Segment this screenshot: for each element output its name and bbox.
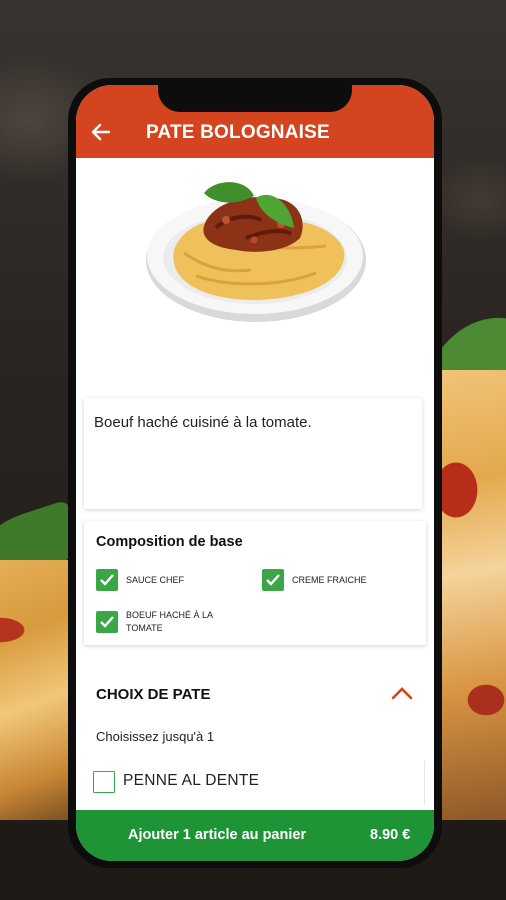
- chevron-up-icon[interactable]: [390, 685, 414, 701]
- add-to-cart-label: Ajouter 1 article au panier: [128, 827, 307, 843]
- checkbox-creme-fraiche[interactable]: [262, 569, 284, 591]
- composition-title: Composition de base: [96, 534, 243, 550]
- pasta-option-label: PENNE AL DENTE: [123, 772, 260, 789]
- pasta-choice-title: CHOIX DE PATE: [96, 686, 211, 703]
- checkbox-boeuf-hache[interactable]: [96, 611, 118, 633]
- dish-image: [76, 158, 434, 393]
- phone-frame: PATE BOLOGNAISE Boeuf haché cuisiné à la…: [68, 78, 442, 868]
- pasta-choice-subtitle: Choisissez jusqu'à 1: [96, 729, 215, 744]
- checkbox-sauce-chef[interactable]: [96, 569, 118, 591]
- composition-item-label: CREME FRAICHE: [292, 575, 367, 585]
- add-to-cart-button[interactable]: Ajouter 1 article au panier 8.90 €: [76, 810, 434, 861]
- composition-item-label: BOEUF HACHÉ À LA TOMATE: [126, 610, 213, 633]
- cart-price: 8.90 €: [370, 827, 411, 843]
- checkbox-penne[interactable]: [93, 771, 115, 793]
- pasta-option-row[interactable]: PENNE AL DENTE: [86, 761, 425, 805]
- page-title: PATE BOLOGNAISE: [146, 122, 330, 143]
- description-card: Boeuf haché cuisiné à la tomate.: [84, 398, 422, 509]
- app-screen: PATE BOLOGNAISE Boeuf haché cuisiné à la…: [76, 85, 434, 861]
- back-arrow-icon[interactable]: [90, 121, 112, 143]
- phone-notch: [158, 85, 352, 112]
- dish-description: Boeuf haché cuisiné à la tomate.: [94, 414, 312, 431]
- composition-item-label: SAUCE CHEF: [126, 575, 185, 585]
- composition-card: Composition de base SAUCE CHEF CREME FRA…: [84, 521, 426, 645]
